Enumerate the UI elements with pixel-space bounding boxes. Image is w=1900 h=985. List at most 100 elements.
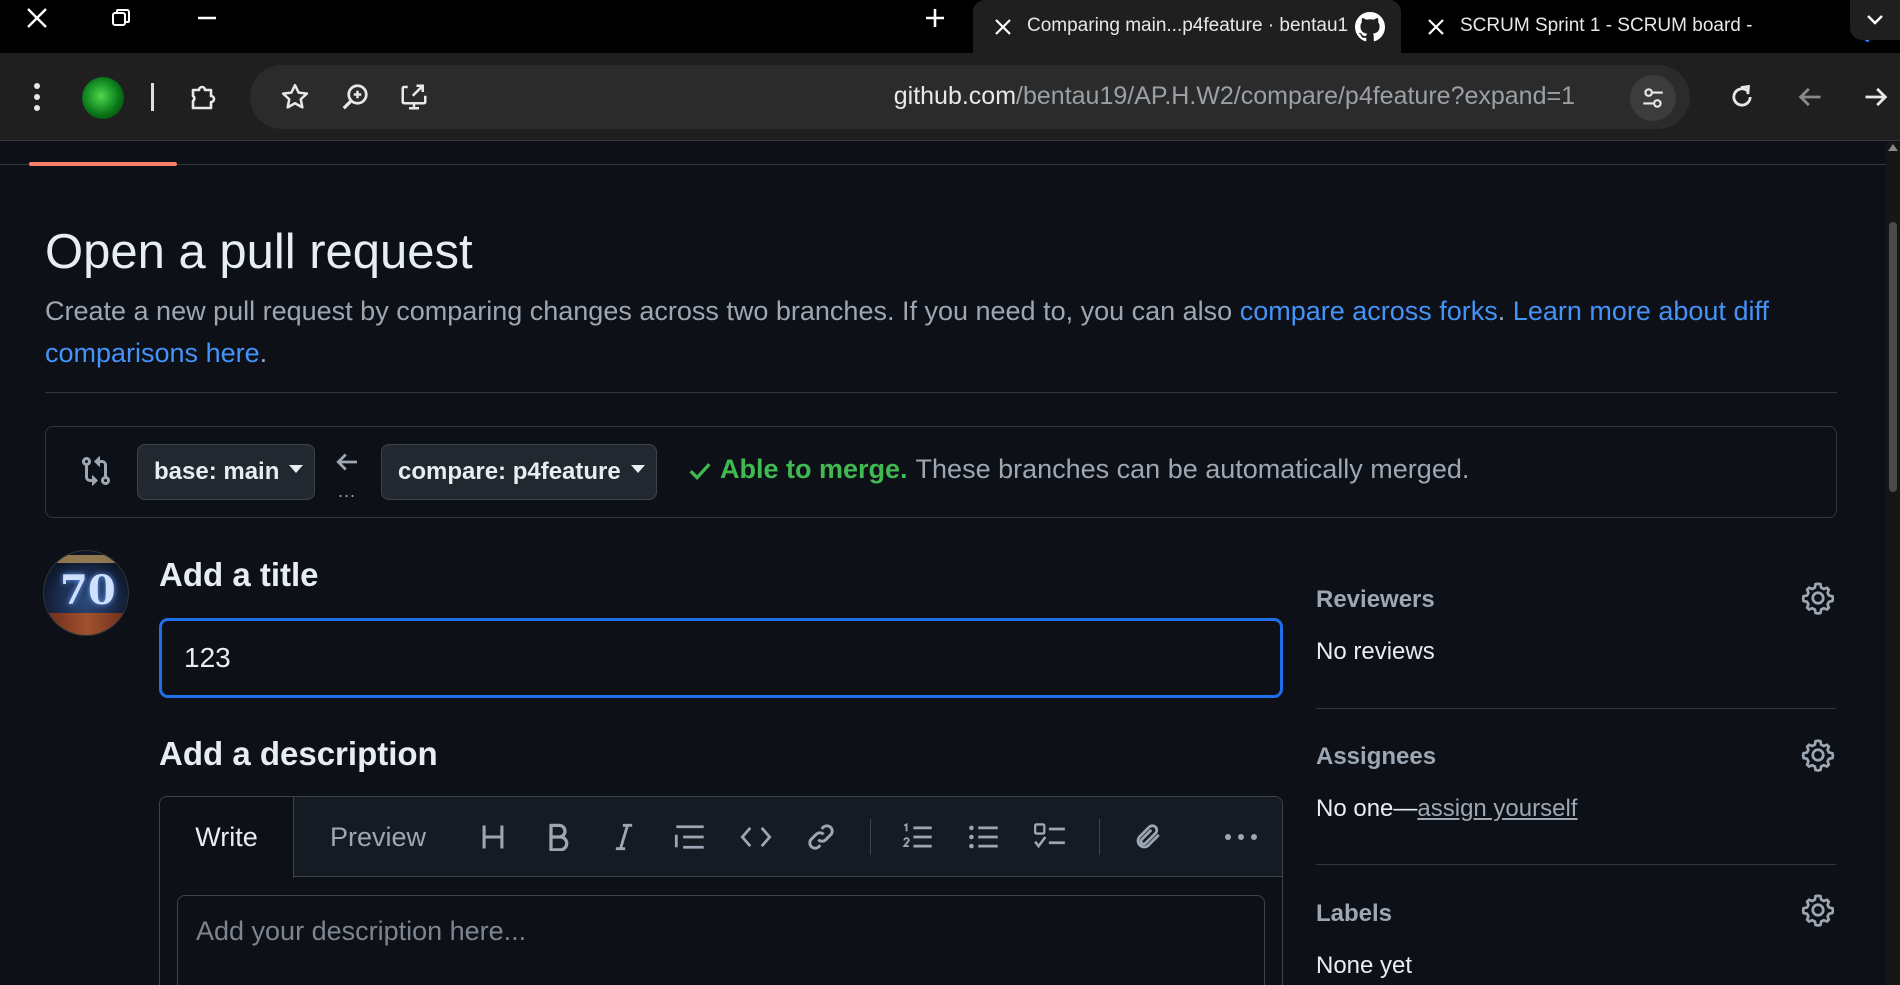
bold-icon[interactable]: [538, 817, 578, 857]
assign-yourself-link[interactable]: assign yourself: [1417, 795, 1577, 822]
description-placeholder: Add your description here...: [196, 916, 527, 946]
toolbar-divider: [1099, 819, 1100, 855]
url-host: github.com: [893, 82, 1017, 110]
gear-icon[interactable]: [1800, 892, 1836, 928]
kebab-menu-icon: [34, 83, 40, 111]
tab-title: Comparing main...p4feature · bentau19: [1027, 14, 1349, 36]
star-icon: [281, 83, 309, 109]
sidebar-divider: [1316, 708, 1836, 709]
assignees-heading: Assignees: [1316, 743, 1437, 770]
arrow-left-icon: [1798, 87, 1821, 107]
close-icon: [1428, 18, 1444, 35]
extensions-button[interactable]: [182, 75, 226, 119]
base-branch-label: base: main: [154, 458, 280, 485]
restore-icon: [112, 9, 130, 26]
plus-icon: [926, 9, 944, 27]
window-close-button[interactable]: [12, 0, 62, 36]
address-bar[interactable]: github.com/bentau19/AP.H.W2/compare/p4fe…: [250, 65, 1690, 129]
range-dots: ...: [338, 481, 357, 501]
reviewers-value: No reviews: [1316, 638, 1435, 665]
reload-icon: [1732, 84, 1752, 107]
active-nav-underline: [29, 162, 177, 166]
desc-end: .: [259, 338, 268, 368]
assignees-value: No one—assign yourself: [1316, 795, 1577, 823]
description-textarea[interactable]: Add your description here...: [177, 895, 1265, 985]
caret-down-icon: [289, 465, 304, 473]
compare-forks-link[interactable]: compare across forks: [1240, 296, 1498, 326]
page-scrollbar[interactable]: [1886, 142, 1900, 985]
gear-icon[interactable]: [1800, 580, 1836, 616]
description-label: Add a description: [159, 735, 438, 772]
code-icon[interactable]: [736, 817, 776, 857]
scroll-up-icon[interactable]: [1888, 144, 1898, 151]
tab-preview[interactable]: Preview: [330, 797, 426, 877]
git-compare-icon: [76, 451, 116, 491]
tab-github-compare[interactable]: Comparing main...p4feature · bentau19: [973, 0, 1401, 53]
compare-branch-select[interactable]: compare: p4feature: [381, 444, 657, 500]
install-icon: [401, 84, 427, 110]
tab-title: SCRUM Sprint 1 - SCRUM board -: [1460, 14, 1753, 36]
assignees-prefix: No one—: [1316, 795, 1418, 822]
paperclip-icon[interactable]: [1128, 817, 1168, 857]
caret-down-icon: [630, 465, 645, 473]
puzzle-icon: [191, 85, 216, 110]
quote-icon[interactable]: [670, 817, 710, 857]
check-icon: [689, 462, 711, 480]
tab-scrum-board[interactable]: SCRUM Sprint 1 - SCRUM board -: [1406, 0, 1900, 53]
minimize-icon: [198, 16, 216, 20]
merge-ok-text: Able to merge.: [720, 454, 908, 484]
bookmark-star-button[interactable]: [273, 75, 317, 119]
scroll-thumb[interactable]: [1889, 222, 1897, 492]
nav-divider: [0, 164, 1886, 165]
reviewers-heading: Reviewers: [1316, 586, 1435, 613]
page-title: Open a pull request: [45, 225, 473, 279]
tab-close-button[interactable]: [1420, 11, 1452, 43]
close-icon: [27, 8, 47, 28]
zoom-button[interactable]: [333, 75, 377, 119]
italic-icon[interactable]: [604, 817, 644, 857]
url-path: /bentau19/AP.H.W2/compare/p4feature?expa…: [1016, 82, 1575, 110]
base-branch-select[interactable]: base: main: [137, 444, 315, 500]
browser-toolbar: github.com/bentau19/AP.H.W2/compare/p4fe…: [0, 53, 1900, 141]
menu-button[interactable]: [15, 75, 59, 119]
labels-heading: Labels: [1316, 900, 1393, 927]
close-icon: [995, 18, 1011, 35]
zoom-icon: [342, 84, 368, 110]
profile-avatar[interactable]: [82, 77, 124, 119]
tab-search-button[interactable]: [1850, 0, 1900, 40]
task-list-icon[interactable]: [1030, 817, 1070, 857]
title-input[interactable]: [159, 618, 1283, 698]
arrow-left-icon: [336, 453, 357, 471]
reload-button[interactable]: [1720, 75, 1764, 119]
back-button[interactable]: [1788, 75, 1832, 119]
editor-toolbar: Write Preview: [160, 797, 1282, 878]
site-settings-button[interactable]: [1630, 75, 1676, 121]
unordered-list-icon[interactable]: [964, 817, 1004, 857]
title-label: Add a title: [159, 556, 319, 593]
merge-status-text: These branches can be automatically merg…: [915, 454, 1470, 484]
tab-strip: Comparing main...p4feature · bentau19 SC…: [0, 0, 1900, 53]
window-restore-button[interactable]: [96, 0, 146, 36]
avatar: 70: [43, 550, 129, 636]
new-tab-button[interactable]: [913, 0, 957, 36]
ordered-list-icon[interactable]: [898, 817, 938, 857]
desc-text: Create a new pull request by comparing c…: [45, 296, 1240, 326]
branch-compare-bar: base: main ... compare: p4feature Able t…: [45, 426, 1837, 518]
arrow-right-icon: [1865, 87, 1888, 107]
github-icon: [1355, 11, 1385, 42]
labels-value: None yet: [1316, 952, 1413, 979]
forward-button[interactable]: [1854, 75, 1898, 119]
toolbar-divider: [870, 819, 871, 855]
merge-status: Able to merge. These branches can be aut…: [686, 454, 1469, 485]
link-icon[interactable]: [801, 817, 841, 857]
tab-close-button[interactable]: [987, 11, 1019, 43]
url-text: github.com/bentau19/AP.H.W2/compare/p4fe…: [894, 82, 1575, 111]
tab-write[interactable]: Write: [160, 797, 294, 878]
more-options-icon[interactable]: [1221, 817, 1261, 857]
window-minimize-button[interactable]: [182, 0, 232, 36]
toolbar-divider: [151, 83, 154, 111]
gear-icon[interactable]: [1800, 737, 1836, 773]
desc-mid: .: [1497, 296, 1513, 326]
heading-icon[interactable]: [473, 817, 513, 857]
install-app-button[interactable]: [392, 75, 436, 119]
